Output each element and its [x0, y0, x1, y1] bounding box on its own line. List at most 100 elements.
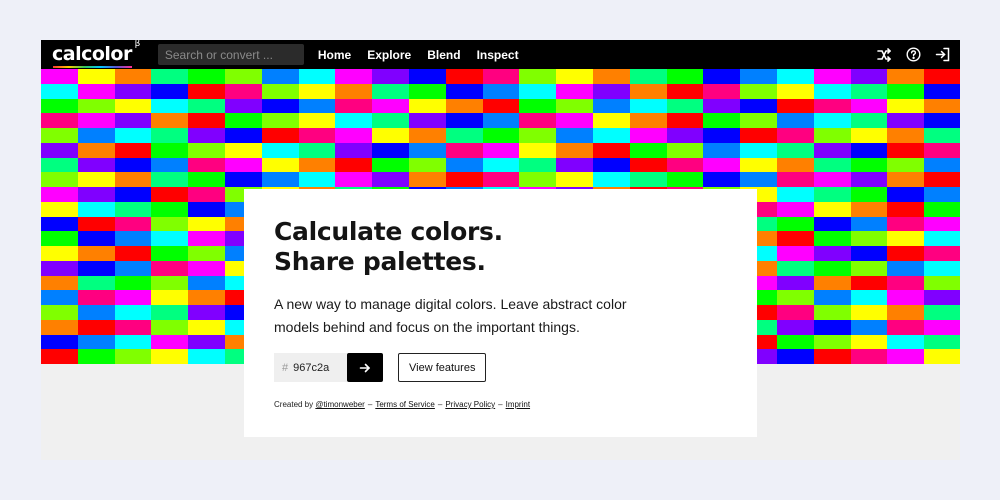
mosaic-swatch	[77, 128, 115, 143]
mosaic-swatch	[188, 113, 225, 128]
mosaic-swatch	[114, 231, 152, 246]
mosaic-swatch	[77, 83, 115, 99]
go-button[interactable]	[347, 353, 383, 382]
mosaic-swatch	[224, 128, 262, 143]
mosaic-swatch	[224, 113, 262, 128]
mosaic-swatch	[924, 157, 960, 173]
mosaic-swatch	[114, 69, 152, 84]
mosaic-swatch	[372, 83, 409, 99]
mosaic-swatch	[924, 98, 960, 114]
mosaic-swatch	[114, 157, 152, 173]
mosaic-swatch	[924, 246, 960, 261]
privacy-link[interactable]: Privacy Policy	[445, 400, 495, 409]
mosaic-swatch	[188, 187, 225, 202]
mosaic-swatch	[519, 172, 557, 187]
mosaic-swatch	[666, 83, 704, 99]
mosaic-swatch	[592, 83, 630, 99]
nav-link-explore[interactable]: Explore	[367, 48, 411, 62]
mosaic-swatch	[114, 187, 152, 202]
help-icon[interactable]	[905, 47, 921, 63]
mosaic-swatch	[887, 142, 925, 158]
mosaic-swatch	[114, 113, 152, 128]
hex-color-input[interactable]: # 967c2a	[274, 353, 347, 382]
mosaic-swatch	[261, 69, 299, 84]
mosaic-swatch	[740, 172, 777, 187]
mosaic-swatch	[776, 231, 814, 246]
mosaic-swatch	[151, 98, 189, 114]
mosaic-swatch	[776, 172, 814, 187]
mosaic-swatch	[77, 246, 115, 261]
mosaic-swatch	[776, 69, 814, 84]
shuffle-icon[interactable]	[876, 47, 892, 63]
mosaic-swatch	[666, 128, 704, 143]
mosaic-swatch	[261, 157, 299, 173]
hero-card: Calculate colors. Share palettes. A new …	[244, 189, 757, 437]
mosaic-row	[41, 172, 960, 187]
author-link[interactable]: @timonweber	[315, 400, 364, 409]
mosaic-swatch	[77, 113, 115, 128]
mosaic-swatch	[850, 172, 888, 187]
mosaic-swatch	[188, 172, 225, 187]
mosaic-swatch	[629, 83, 667, 99]
mosaic-row	[41, 113, 960, 128]
mosaic-swatch	[776, 83, 814, 99]
mosaic-swatch	[887, 349, 925, 364]
view-features-button[interactable]: View features	[398, 353, 487, 382]
mosaic-swatch	[41, 275, 78, 291]
mosaic-swatch	[372, 128, 409, 143]
mosaic-swatch	[41, 157, 78, 173]
mosaic-swatch	[114, 83, 152, 99]
mosaic-swatch	[629, 98, 667, 114]
mosaic-row	[41, 83, 960, 99]
mosaic-swatch	[445, 69, 483, 84]
mosaic-swatch	[850, 128, 888, 143]
mosaic-swatch	[813, 142, 851, 158]
mosaic-swatch	[335, 172, 373, 187]
nav-link-inspect[interactable]: Inspect	[477, 48, 519, 62]
mosaic-swatch	[335, 142, 373, 158]
mosaic-swatch	[776, 142, 814, 158]
mosaic-swatch	[114, 275, 152, 291]
mosaic-swatch	[188, 275, 225, 291]
nav-link-blend[interactable]: Blend	[427, 48, 460, 62]
mosaic-swatch	[887, 201, 925, 217]
mosaic-swatch	[188, 201, 225, 217]
search-input[interactable]	[157, 44, 304, 65]
mosaic-swatch	[813, 69, 851, 84]
logo-beta-badge: β	[134, 40, 141, 49]
mosaic-swatch	[850, 142, 888, 158]
mosaic-swatch	[335, 113, 373, 128]
mosaic-swatch	[740, 69, 777, 84]
terms-link[interactable]: Terms of Service	[375, 400, 435, 409]
mosaic-swatch	[887, 290, 925, 305]
mosaic-swatch	[298, 98, 336, 114]
arrow-right-icon	[359, 363, 371, 372]
sign-in-icon[interactable]	[934, 47, 950, 63]
mosaic-swatch	[335, 98, 373, 114]
mosaic-swatch	[666, 69, 704, 84]
mosaic-swatch	[335, 157, 373, 173]
mosaic-swatch	[261, 128, 299, 143]
mosaic-swatch	[924, 319, 960, 335]
mosaic-swatch	[372, 98, 409, 114]
mosaic-swatch	[188, 334, 225, 350]
imprint-link[interactable]: Imprint	[506, 400, 530, 409]
mosaic-swatch	[629, 128, 667, 143]
mosaic-swatch	[519, 142, 557, 158]
mosaic-swatch	[703, 172, 741, 187]
mosaic-swatch	[188, 290, 225, 305]
mosaic-swatch	[813, 319, 851, 335]
mosaic-swatch	[740, 98, 777, 114]
mosaic-swatch	[887, 319, 925, 335]
mosaic-swatch	[482, 157, 520, 173]
nav-link-home[interactable]: Home	[318, 48, 351, 62]
logo[interactable]: calcolor β	[52, 40, 140, 68]
mosaic-swatch	[335, 83, 373, 99]
hex-prefix: #	[282, 361, 289, 374]
mosaic-swatch	[188, 246, 225, 261]
mosaic-swatch	[77, 157, 115, 173]
mosaic-swatch	[629, 172, 667, 187]
mosaic-swatch	[41, 201, 78, 217]
mosaic-swatch	[887, 246, 925, 261]
mosaic-swatch	[372, 69, 409, 84]
